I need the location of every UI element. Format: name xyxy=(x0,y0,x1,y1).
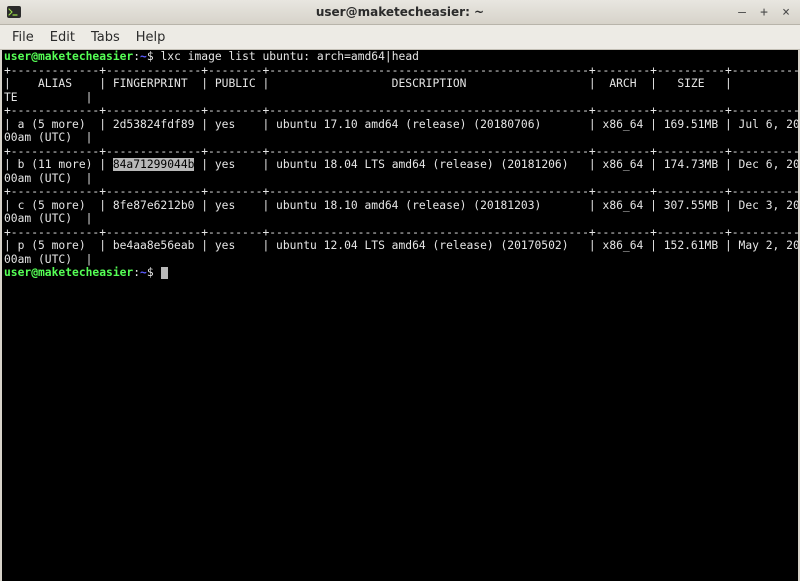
table-row: | a (5 more) | 2d53824fdf89 | yes | ubun… xyxy=(4,118,796,132)
menu-edit[interactable]: Edit xyxy=(42,28,83,47)
table-divider: +-------------+--------------+--------+-… xyxy=(4,104,796,118)
table-row: | b (11 more) | 84a71299044b | yes | ubu… xyxy=(4,158,796,172)
table-divider: +-------------+--------------+--------+-… xyxy=(4,64,796,78)
table-row-cont: 00am (UTC) | xyxy=(4,172,796,186)
titlebar[interactable]: user@maketecheasier: ~ — + × xyxy=(0,0,800,25)
table-row-cont: 00am (UTC) | xyxy=(4,253,796,267)
prompt-userhost: user@maketecheasier xyxy=(4,266,133,279)
menu-tabs[interactable]: Tabs xyxy=(83,28,128,47)
entered-command: lxc image list ubuntu: arch=amd64|head xyxy=(160,50,418,63)
prompt-path: ~ xyxy=(140,266,147,279)
prompt-userhost: user@maketecheasier xyxy=(4,50,133,63)
table-header: | ALIAS | FINGERPRINT | PUBLIC | DESCRIP… xyxy=(4,77,796,91)
table-divider: +-------------+--------------+--------+-… xyxy=(4,226,796,240)
prompt-dollar: $ xyxy=(147,266,161,279)
selected-fingerprint: 84a71299044b xyxy=(113,158,195,171)
minimize-button[interactable]: — xyxy=(734,5,750,20)
maximize-button[interactable]: + xyxy=(756,5,772,20)
menu-file[interactable]: File xyxy=(4,28,42,47)
prompt-dollar: $ xyxy=(147,50,161,63)
window-title: user@maketecheasier: ~ xyxy=(0,5,800,19)
table-row-cont: 00am (UTC) | xyxy=(4,131,796,145)
terminal-area[interactable]: user@maketecheasier:~$ lxc image list ub… xyxy=(0,50,800,581)
table-header-cont: TE | xyxy=(4,91,796,105)
terminal-app-icon xyxy=(6,4,22,20)
table-row-cont: 00am (UTC) | xyxy=(4,212,796,226)
table-divider: +-------------+--------------+--------+-… xyxy=(4,185,796,199)
cursor-block xyxy=(161,267,168,279)
command-line: user@maketecheasier:~$ lxc image list ub… xyxy=(4,50,796,64)
table-divider: +-------------+--------------+--------+-… xyxy=(4,145,796,159)
window-controls: — + × xyxy=(734,5,800,20)
prompt-line: user@maketecheasier:~$ xyxy=(4,266,796,280)
table-row: | p (5 more) | be4aa8e56eab | yes | ubun… xyxy=(4,239,796,253)
prompt-path: ~ xyxy=(140,50,147,63)
close-button[interactable]: × xyxy=(778,5,794,20)
menu-help[interactable]: Help xyxy=(128,28,174,47)
table-row: | c (5 more) | 8fe87e6212b0 | yes | ubun… xyxy=(4,199,796,213)
menubar: File Edit Tabs Help xyxy=(0,25,800,50)
